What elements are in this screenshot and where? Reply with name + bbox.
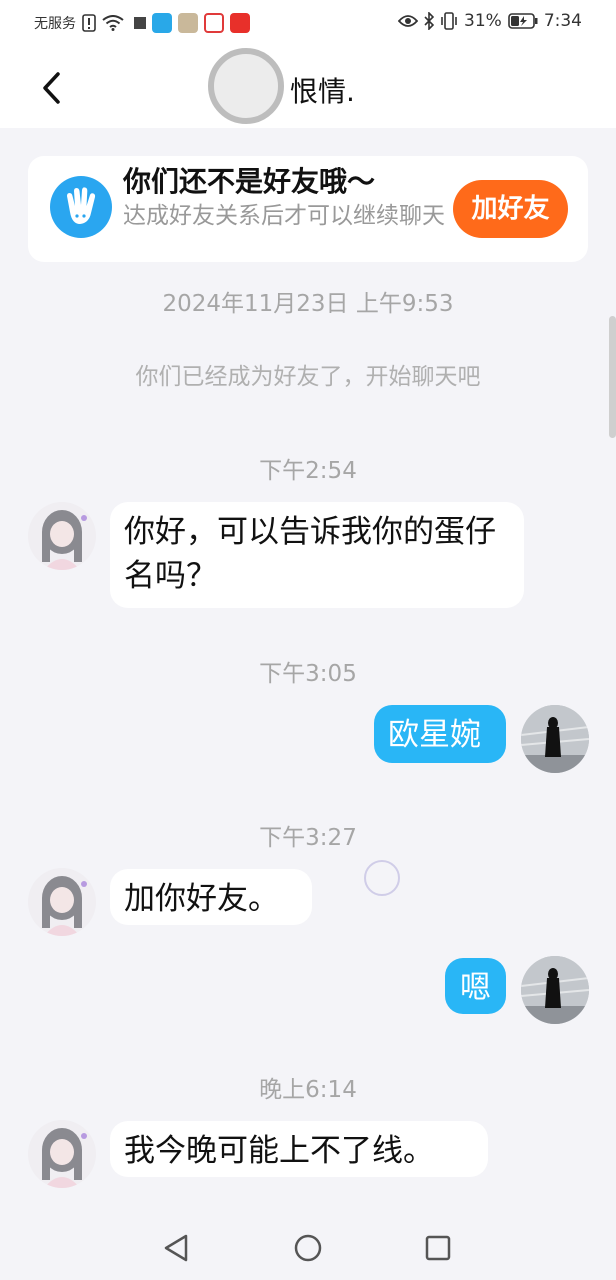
contact-avatar[interactable] [28, 1120, 96, 1188]
system-message: 你们已经成为好友了，开始聊天吧 [135, 364, 481, 390]
notification-square-icon [134, 17, 146, 29]
battery-percent: 31% [464, 11, 502, 31]
incoming-message-bubble[interactable]: 你好，可以告诉我你的蛋仔名吗？ [110, 502, 524, 608]
system-nav-bar [0, 1214, 616, 1280]
bluetooth-icon [424, 12, 435, 30]
message-timestamp: 下午3:05 [259, 661, 357, 687]
recents-square-icon[interactable] [418, 1228, 458, 1268]
back-arrow-icon[interactable] [38, 68, 68, 108]
not-friends-banner: 你们还不是好友哦～ 达成好友关系后才可以继续聊天 加好友 [28, 156, 588, 262]
status-bar: 无服务 31% 7:34 [0, 0, 616, 46]
outgoing-message-bubble[interactable]: 嗯 [445, 958, 506, 1014]
add-friend-button[interactable]: 加好友 [453, 180, 568, 238]
battery-icon [508, 13, 538, 29]
my-avatar[interactable] [521, 956, 589, 1024]
contact-avatar[interactable] [28, 502, 96, 570]
home-circle-icon[interactable] [288, 1228, 328, 1268]
banner-description: 达成好友关系后才可以继续聊天 [123, 203, 445, 229]
outgoing-message-bubble[interactable]: 欧星婉 [374, 705, 506, 763]
message-timestamp: 下午2:54 [259, 458, 357, 484]
chat-header: 恨情. [0, 46, 616, 128]
chat-scrollbar[interactable] [609, 316, 616, 438]
chat-date-timestamp: 2024年11月23日 上午9:53 [162, 291, 454, 317]
wifi-icon [102, 15, 124, 31]
incoming-message-bubble[interactable]: 我今晚可能上不了线。 [110, 1121, 488, 1177]
game-app-icon [178, 13, 198, 33]
banner-title: 你们还不是好友哦～ [123, 165, 376, 198]
vibrate-icon [441, 12, 457, 30]
eye-comfort-icon [398, 15, 419, 27]
video-app-icon [204, 13, 224, 33]
status-bar-right: 31% 7:34 [398, 11, 582, 31]
clock: 7:34 [543, 11, 582, 31]
wave-hand-icon [50, 176, 112, 238]
contact-avatar[interactable] [28, 868, 96, 936]
back-triangle-icon[interactable] [156, 1228, 196, 1268]
sim-alert-icon [82, 14, 96, 32]
service-status: 无服务 [34, 16, 76, 32]
weather-app-icon [152, 13, 172, 33]
contact-name[interactable]: 恨情. [290, 70, 355, 110]
loading-spinner-icon [364, 860, 400, 896]
red-app-icon [230, 13, 250, 33]
incoming-message-bubble[interactable]: 加你好友。 [110, 869, 312, 925]
contact-avatar-loading[interactable] [208, 48, 284, 124]
status-bar-left: 无服务 [34, 13, 250, 33]
message-timestamp: 晚上6:14 [259, 1077, 357, 1103]
my-avatar[interactable] [521, 705, 589, 773]
message-timestamp: 下午3:27 [259, 825, 357, 851]
